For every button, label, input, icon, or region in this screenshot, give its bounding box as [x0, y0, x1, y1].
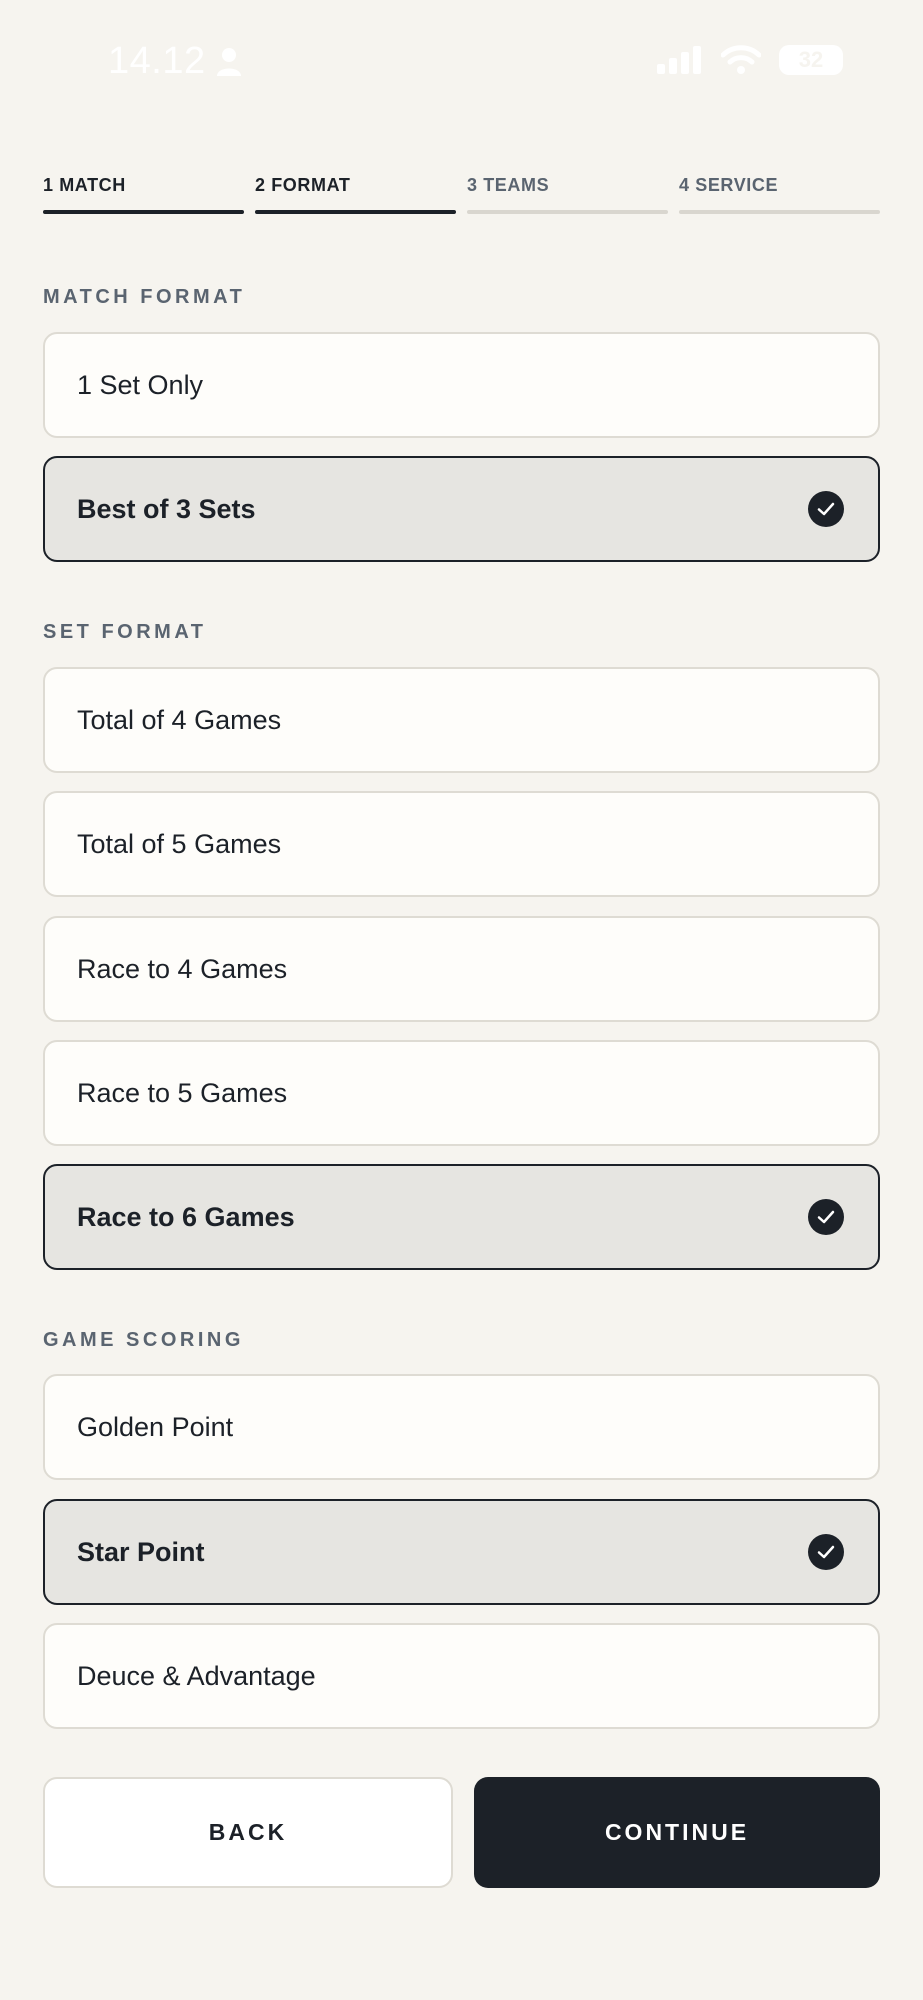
step-teams[interactable]: 3 TEAMS	[467, 170, 668, 214]
continue-button[interactable]: CONTINUE	[474, 1777, 880, 1888]
option-label: 1 Set Only	[77, 369, 204, 400]
check-icon	[808, 1199, 844, 1235]
check-icon	[808, 1534, 844, 1570]
option-race-to-6-games[interactable]: Race to 6 Games	[43, 1164, 880, 1270]
status-icons: 32	[657, 45, 843, 75]
person-icon	[216, 47, 241, 76]
step-label: 2 FORMAT	[255, 175, 351, 195]
step-bar	[255, 210, 456, 214]
step-bar	[679, 210, 880, 214]
battery-icon: 32	[779, 45, 843, 75]
check-icon	[808, 491, 844, 527]
step-label: 4 SERVICE	[679, 175, 779, 195]
option-deuce-advantage[interactable]: Deuce & Advantage	[43, 1623, 880, 1729]
option-golden-point[interactable]: Golden Point	[43, 1374, 880, 1480]
option-label: Race to 4 Games	[77, 953, 288, 984]
battery-level: 32	[798, 47, 824, 72]
status-time: 14.12	[108, 40, 242, 83]
step-progress: 1 MATCH 2 FORMAT 3 TEAMS 4 SERVICE	[43, 170, 880, 214]
option-label: Total of 4 Games	[77, 704, 282, 735]
option-race-to-5-games[interactable]: Race to 5 Games	[43, 1040, 880, 1146]
step-label: 3 TEAMS	[467, 175, 550, 195]
option-star-point[interactable]: Star Point	[43, 1499, 880, 1605]
set-format-title: SET FORMAT	[43, 621, 207, 643]
option-label: Star Point	[77, 1536, 205, 1567]
wifi-icon	[721, 45, 761, 74]
step-service[interactable]: 4 SERVICE	[679, 170, 880, 214]
signal-icon	[657, 46, 701, 74]
game-scoring-title: GAME SCORING	[43, 1329, 244, 1351]
option-total-of-5-games[interactable]: Total of 5 Games	[43, 791, 880, 897]
option-race-to-4-games[interactable]: Race to 4 Games	[43, 916, 880, 1022]
option-total-of-4-games[interactable]: Total of 4 Games	[43, 667, 880, 773]
option-label: Race to 6 Games	[77, 1201, 295, 1232]
step-label: 1 MATCH	[43, 175, 126, 195]
step-match[interactable]: 1 MATCH	[43, 170, 244, 214]
option-1-set-only[interactable]: 1 Set Only	[43, 332, 880, 438]
step-format[interactable]: 2 FORMAT	[255, 170, 456, 214]
option-label: Best of 3 Sets	[77, 493, 256, 524]
step-bar	[467, 210, 668, 214]
step-bar	[43, 210, 244, 214]
option-best-of-3-sets[interactable]: Best of 3 Sets	[43, 456, 880, 562]
option-label: Golden Point	[77, 1411, 234, 1442]
option-label: Race to 5 Games	[77, 1077, 288, 1108]
status-bar: 14.12 32	[0, 0, 923, 125]
option-label: Deuce & Advantage	[77, 1660, 316, 1691]
clock-text: 14.12	[108, 40, 206, 82]
back-button[interactable]: BACK	[43, 1777, 453, 1888]
option-label: Total of 5 Games	[77, 828, 282, 859]
match-format-title: MATCH FORMAT	[43, 286, 246, 308]
